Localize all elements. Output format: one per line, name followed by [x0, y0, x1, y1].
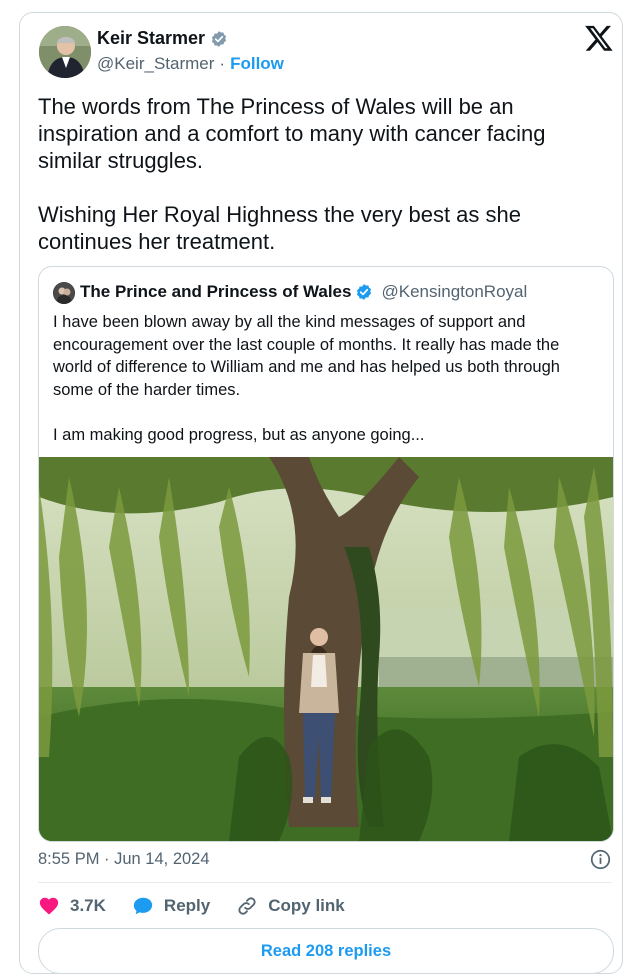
copy-link-button[interactable]: Copy link: [236, 895, 345, 917]
quoted-author-name[interactable]: The Prince and Princess of Wales: [80, 282, 351, 302]
copy-link-label: Copy link: [268, 896, 345, 915]
verified-badge-icon: [357, 284, 372, 300]
author-name[interactable]: Keir Starmer: [97, 28, 205, 49]
tweet-timestamp[interactable]: 8:55 PM · Jun 14, 2024: [38, 850, 210, 869]
info-icon[interactable]: [590, 849, 611, 870]
author-avatar[interactable]: [39, 26, 91, 78]
author-handle-row: @Keir_Starmer · Follow: [97, 54, 284, 74]
read-replies-button[interactable]: Read 208 replies: [38, 928, 614, 974]
author-name-row: Keir Starmer: [97, 28, 228, 49]
quoted-author-handle[interactable]: @KensingtonRoyal: [381, 282, 527, 302]
reply-bubble-icon: [133, 897, 153, 915]
author-avatar-image: [39, 26, 91, 78]
quoted-avatar-image: [53, 282, 75, 304]
quoted-tweet[interactable]: The Prince and Princess of Wales @Kensin…: [38, 266, 614, 842]
quoted-tweet-text: I have been blown away by all the kind m…: [53, 313, 560, 444]
author-handle[interactable]: @Keir_Starmer: [97, 54, 214, 74]
quoted-name-row: The Prince and Princess of Wales @Kensin…: [80, 282, 527, 302]
action-bar: 3.7K Reply Copy link: [38, 895, 371, 917]
follow-button[interactable]: Follow: [230, 54, 284, 74]
like-count: 3.7K: [70, 896, 106, 915]
reply-label: Reply: [163, 896, 211, 915]
quoted-tweet-photo[interactable]: [39, 457, 613, 841]
divider: [38, 882, 612, 883]
verified-badge-icon: [212, 30, 227, 47]
handle-separator: ·: [219, 54, 226, 73]
quoted-author-avatar[interactable]: [53, 282, 75, 304]
like-button[interactable]: 3.7K: [38, 895, 106, 917]
link-icon: [238, 897, 256, 915]
heart-icon: [39, 897, 59, 915]
reply-button[interactable]: Reply: [132, 895, 210, 917]
tweet-text: The words from The Princess of Wales wil…: [38, 94, 546, 254]
tweet-card: Keir Starmer @Keir_Starmer · Follow The …: [19, 12, 623, 974]
x-logo-icon[interactable]: [584, 23, 614, 53]
